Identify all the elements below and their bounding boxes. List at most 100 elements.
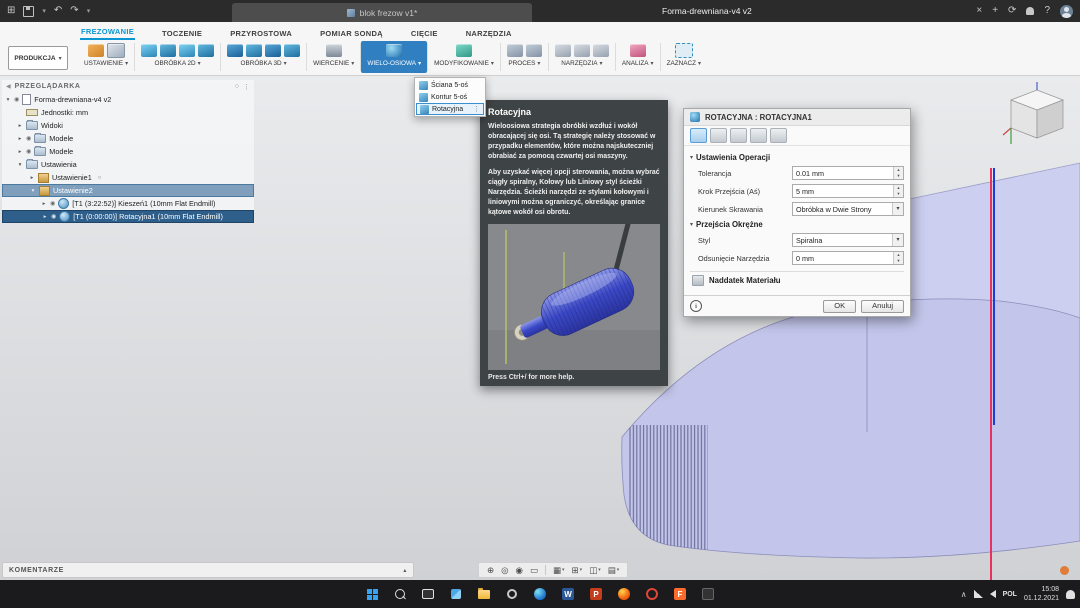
display-settings-menu[interactable]: ▦▾ <box>553 565 565 576</box>
ok-button[interactable]: OK <box>823 300 856 313</box>
multi-axis-icon[interactable] <box>386 44 402 57</box>
zoom-window-icon[interactable]: ▭ <box>530 565 538 576</box>
notifications-bell-icon[interactable] <box>1026 7 1034 15</box>
help-icon[interactable]: ? <box>1044 6 1050 16</box>
visibility-eye-icon[interactable]: ◉ <box>14 96 19 103</box>
app-grid-icon[interactable]: ⊞ <box>7 6 15 16</box>
pan-icon[interactable]: ⊕ <box>487 565 494 576</box>
network-icon[interactable] <box>974 590 983 598</box>
notification-center-icon[interactable] <box>1066 590 1075 599</box>
orbit-icon[interactable]: ◎ <box>501 565 508 576</box>
visibility-eye-icon[interactable]: ◉ <box>51 213 56 220</box>
passes-tab-icon[interactable] <box>750 128 767 143</box>
collapse-panel-icon[interactable]: ◀ <box>6 83 11 90</box>
status-dot-icon[interactable] <box>1060 566 1069 575</box>
menu-item-kontur-5-os[interactable]: Kontur 5-oś <box>416 91 484 103</box>
terminal-button[interactable] <box>696 582 720 606</box>
expand-icon[interactable]: ▸ <box>17 123 23 129</box>
tool-tab-icon[interactable] <box>690 128 707 143</box>
widgets-button[interactable] <box>444 582 468 606</box>
tab-toczenie[interactable]: TOCZENIE <box>161 27 203 40</box>
offset-input[interactable]: 0 mm ▴▾ <box>792 251 904 265</box>
new-tab-icon[interactable]: + <box>992 6 998 16</box>
adaptive-clearing-icon[interactable] <box>227 44 243 57</box>
document-tab-active[interactable]: Forma-drewniana-v4 v2 <box>662 0 752 22</box>
volume-icon[interactable] <box>990 590 996 598</box>
heights-tab-icon[interactable] <box>730 128 747 143</box>
word-button[interactable]: W <box>556 582 580 606</box>
tree-row-root[interactable]: ▾ ◉ Forma-drewniana-v4 v2 <box>2 93 254 106</box>
face-icon[interactable] <box>179 44 195 57</box>
2d-pocket-icon[interactable] <box>160 44 176 57</box>
browser-menu-icon[interactable]: ⋮ <box>243 83 250 91</box>
close-tab-icon[interactable]: × <box>976 6 982 16</box>
visibility-eye-icon[interactable]: ◉ <box>26 135 31 142</box>
fusion-360-button[interactable]: F <box>668 582 692 606</box>
analysis-icon[interactable] <box>630 44 646 57</box>
tree-row-modele-2[interactable]: ▸ ◉ Modele <box>2 145 254 158</box>
expand-icon[interactable]: ▾ <box>17 162 23 168</box>
powerpoint-button[interactable]: P <box>584 582 608 606</box>
new-setup-icon[interactable] <box>88 44 104 57</box>
edge-button[interactable] <box>528 582 552 606</box>
user-avatar[interactable] <box>1060 5 1073 18</box>
tab-frezowanie[interactable]: FREZOWANIE <box>80 25 135 40</box>
section-header-operation[interactable]: ▾ Ustawienia Operacji <box>690 153 904 162</box>
visibility-eye-icon[interactable]: ◉ <box>50 200 55 207</box>
new-folder-icon[interactable] <box>107 43 125 58</box>
toolbar-group-zaznacz[interactable]: ZAZNACZ▾ <box>661 41 707 73</box>
linking-tab-icon[interactable] <box>770 128 787 143</box>
workspace-selector[interactable]: PRODUKCJA ▾ <box>8 46 68 70</box>
expand-icon[interactable]: ▾ <box>5 97 11 103</box>
toolbar-group-analiza[interactable]: ANALIZA▾ <box>616 41 660 73</box>
post-process-icon[interactable] <box>574 44 590 57</box>
opera-button[interactable] <box>640 582 664 606</box>
tree-row-units[interactable]: Jednostki: mm <box>2 106 254 119</box>
look-at-icon[interactable]: ◉ <box>516 565 523 576</box>
tree-row-modele-1[interactable]: ▸ ◉ Modele <box>2 132 254 145</box>
save-menu-caret-icon[interactable]: ▾ <box>42 8 46 15</box>
tab-ciecie[interactable]: CIĘCIE <box>410 27 439 40</box>
toolbar-group-modyfikowanie[interactable]: MODYFIKOWANIE▾ <box>428 41 500 73</box>
tab-narzedzia[interactable]: NARZĘDZIA <box>465 27 513 40</box>
save-icon[interactable] <box>23 6 34 17</box>
tree-row-ustawienia[interactable]: ▾ Ustawienia <box>2 158 254 171</box>
toolbar-group-obrobka-3d[interactable]: OBRÓBKA 3D▾ <box>221 41 306 73</box>
toolbar-group-narzedzia[interactable]: NARZĘDZIA▾ <box>549 41 615 73</box>
tab-przyrostowa[interactable]: PRZYROSTOWA <box>229 27 293 40</box>
contour-icon[interactable] <box>284 44 300 57</box>
2d-contour-icon[interactable] <box>198 44 214 57</box>
visual-style-menu[interactable]: ▤▾ <box>608 565 620 576</box>
simulate-icon[interactable] <box>593 44 609 57</box>
tree-row-kieszen1[interactable]: ▸ ◉ [T1 (3:22:52)] Kieszeń1 (10mm Flat E… <box>2 197 254 210</box>
2d-adaptive-icon[interactable] <box>141 44 157 57</box>
expand-icon[interactable]: ▸ <box>17 136 23 142</box>
comments-panel[interactable]: KOMENTARZE ▴ <box>2 562 414 578</box>
dialog-header[interactable]: ROTACYJNA : ROTACYJNA1 <box>684 109 910 126</box>
pattern-icon[interactable] <box>526 44 542 57</box>
grid-settings-menu[interactable]: ⊞▾ <box>572 565 583 576</box>
tree-row-widoki[interactable]: ▸ Widoki <box>2 119 254 132</box>
style-select[interactable]: Spiralna ▾ <box>792 233 904 247</box>
expand-icon[interactable]: ▸ <box>17 149 23 155</box>
info-icon[interactable]: i <box>690 300 702 312</box>
redo-icon[interactable]: ↷ <box>70 6 78 16</box>
step-input[interactable]: 5 mm ▴▾ <box>792 184 904 198</box>
expand-icon[interactable]: ▸ <box>41 201 47 207</box>
parallel-icon[interactable] <box>265 44 281 57</box>
file-explorer-button[interactable] <box>472 582 496 606</box>
language-indicator[interactable]: POL <box>1003 591 1017 598</box>
expand-icon[interactable]: ▾ <box>30 188 36 194</box>
viewports-menu[interactable]: ◫▾ <box>589 565 601 576</box>
browser-options-icon[interactable]: ○ <box>235 83 239 90</box>
geometry-tab-icon[interactable] <box>710 128 727 143</box>
pocket-clearing-icon[interactable] <box>246 44 262 57</box>
tree-row-ustawienie1[interactable]: ▸ Ustawienie1 ○ <box>2 171 254 184</box>
visibility-eye-icon[interactable]: ◉ <box>26 148 31 155</box>
cancel-button[interactable]: Anuluj <box>861 300 904 313</box>
stepper[interactable]: ▴▾ <box>893 185 903 197</box>
process-icon[interactable] <box>507 44 523 57</box>
view-cube[interactable] <box>1002 80 1072 150</box>
stepper[interactable]: ▴▾ <box>893 167 903 179</box>
section-header-circular[interactable]: ▾ Przejścia Okrężne <box>690 220 904 229</box>
